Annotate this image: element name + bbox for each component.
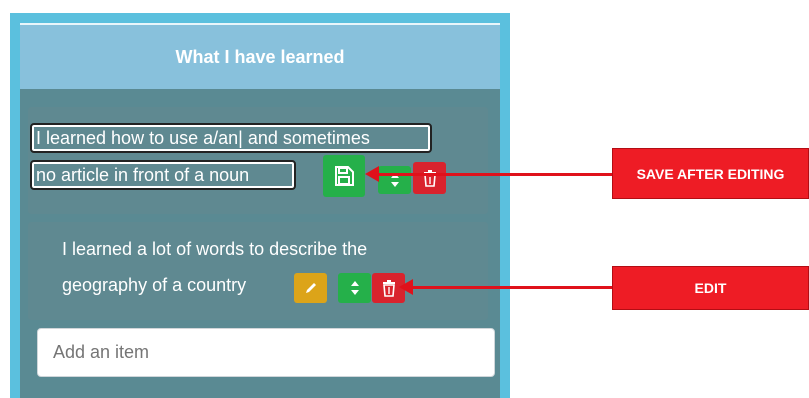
edit-input-line-2[interactable]: no article in front of a noun xyxy=(30,160,296,190)
edit-button[interactable] xyxy=(294,273,327,303)
save-arrow-line xyxy=(377,173,614,176)
save-callout: SAVE AFTER EDITING xyxy=(612,148,809,199)
floppy-disk-icon xyxy=(335,166,354,186)
edit-input-line-1[interactable]: I learned how to use a/an| and sometimes xyxy=(30,123,432,153)
edit-callout: EDIT xyxy=(612,266,809,310)
delete-button[interactable] xyxy=(413,162,446,194)
panel-title: What I have learned xyxy=(175,46,345,67)
up-down-arrows-icon xyxy=(350,281,359,295)
panel-header: What I have learned xyxy=(20,23,500,89)
add-item-input[interactable] xyxy=(37,328,495,377)
pencil-icon xyxy=(305,283,316,293)
item-text-line-2: geography of a country xyxy=(62,275,247,295)
move-button[interactable] xyxy=(378,166,411,194)
list-item-editing xyxy=(28,107,488,214)
save-button[interactable] xyxy=(323,155,365,197)
edit-arrow-line xyxy=(411,286,614,289)
edit-callout-label: EDIT xyxy=(694,280,727,296)
move-button[interactable] xyxy=(338,273,371,303)
item-text-line-1: I learned a lot of words to describe the xyxy=(62,239,368,259)
trash-icon xyxy=(382,280,395,297)
trash-icon xyxy=(423,170,436,187)
save-callout-label: SAVE AFTER EDITING xyxy=(636,165,785,182)
